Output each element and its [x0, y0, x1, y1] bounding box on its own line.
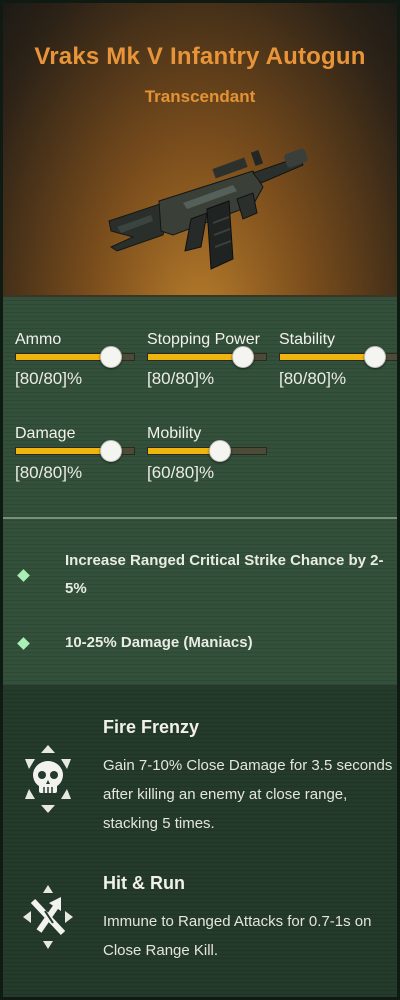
stat-mobility: Mobility [60/80]%: [147, 425, 271, 483]
perks-panel: Increase Ranged Critical Strike Chance b…: [3, 519, 397, 685]
weapon-title: Vraks Mk V Infantry Autogun: [34, 43, 366, 70]
crossed-arrows-icon: [23, 885, 73, 949]
diamond-bullet-icon: [17, 637, 30, 650]
stat-bar-fill: [16, 448, 111, 454]
diamond-bullet-icon: [17, 569, 30, 582]
stat-label: Mobility: [147, 425, 202, 442]
weapon-header: Vraks Mk V Infantry Autogun Transcendant: [3, 3, 397, 297]
blessings-panel: Fire Frenzy Gain 7-10% Close Damage for …: [3, 687, 397, 997]
weapon-rarity: Transcendant: [144, 87, 256, 106]
stat-bar: [279, 346, 397, 368]
stat-bar: [15, 440, 135, 462]
stat-bar-knob: [232, 346, 255, 368]
stat-label: Stability: [279, 331, 336, 348]
stats-panel: Ammo [80/80]% Stopping Power [80/80]% St…: [3, 297, 397, 517]
blessing-name: Hit & Run: [103, 873, 185, 893]
stat-value: [60/80]%: [147, 463, 215, 482]
stat-label: Ammo: [15, 331, 62, 348]
stat-bar-knob: [100, 440, 123, 462]
stat-value: [80/80]%: [147, 369, 215, 388]
stat-stability: Stability [80/80]%: [279, 331, 397, 389]
perk-text: 10-25% Damage (Maniacs): [65, 634, 253, 651]
stat-ammo: Ammo [80/80]%: [15, 331, 139, 389]
stat-value: [80/80]%: [279, 369, 347, 388]
stat-bar-knob: [364, 346, 387, 368]
stat-bar: [147, 440, 267, 462]
stat-bar: [147, 346, 267, 368]
stat-bar-knob: [100, 346, 123, 368]
stat-value: [80/80]%: [15, 463, 83, 482]
stat-bar-fill: [280, 354, 375, 360]
stat-bar: [15, 346, 135, 368]
skull-icon: [25, 745, 71, 813]
stat-damage: Damage [80/80]%: [15, 425, 139, 483]
blessing-description: Gain 7-10% Close Damage for 3.5 seconds …: [103, 757, 393, 832]
stat-bar-fill: [16, 354, 111, 360]
stat-bar-fill: [148, 354, 243, 360]
autogun-rifle-icon: [108, 148, 308, 270]
stat-label: Stopping Power: [147, 331, 260, 348]
stat-bar-knob: [208, 440, 231, 462]
stat-stopping-power: Stopping Power [80/80]%: [147, 331, 271, 389]
blessing-hit-and-run: Hit & Run Immune to Ranged Attacks for 0…: [3, 873, 397, 993]
blessing-fire-frenzy: Fire Frenzy Gain 7-10% Close Damage for …: [3, 713, 397, 853]
weapon-card: Vraks Mk V Infantry Autogun Transcendant: [0, 0, 400, 1000]
stat-label: Damage: [15, 425, 76, 442]
perk-text: Increase Ranged Critical Strike Chance b…: [65, 552, 384, 597]
stat-value: [80/80]%: [15, 369, 83, 388]
blessing-description: Immune to Ranged Attacks for 0.7-1s on C…: [103, 913, 372, 959]
blessing-name: Fire Frenzy: [103, 717, 200, 737]
